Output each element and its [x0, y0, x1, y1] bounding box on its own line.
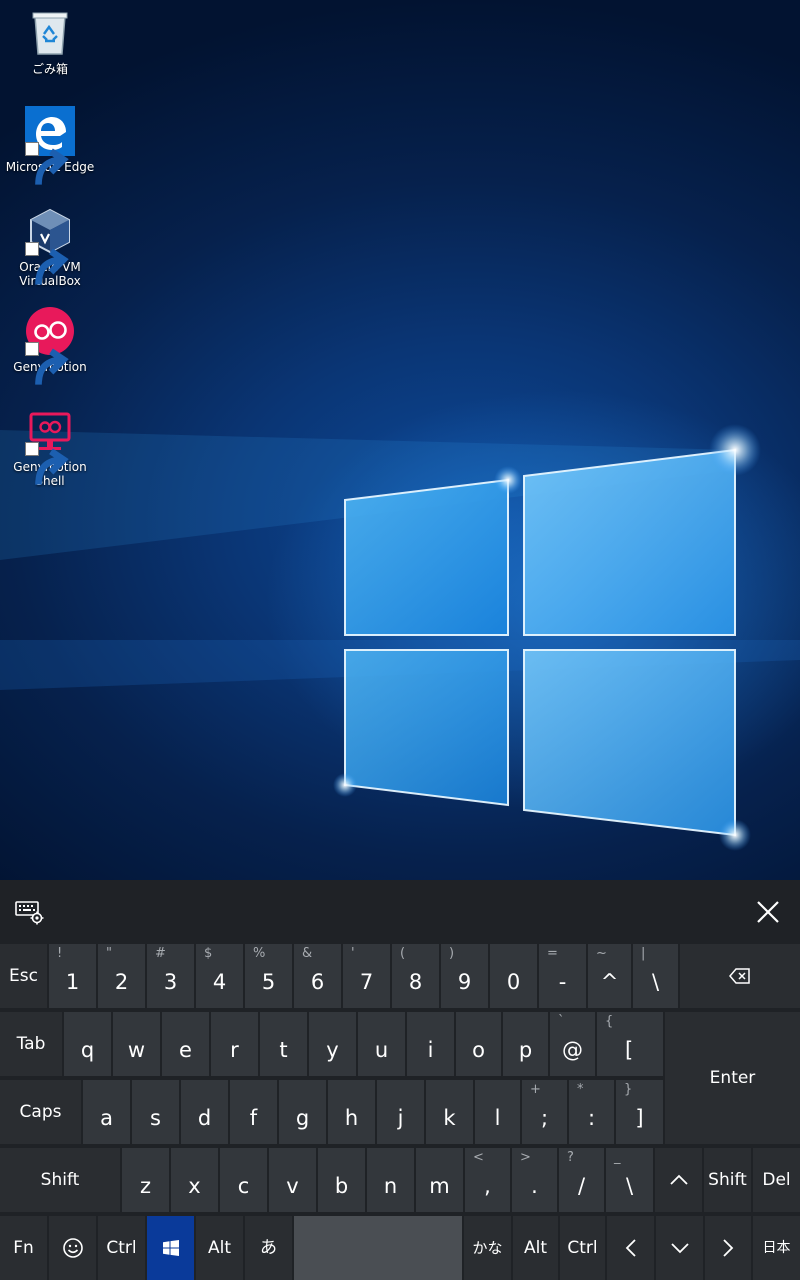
close-icon[interactable] — [752, 896, 784, 928]
key-m[interactable]: m — [416, 1148, 463, 1212]
key-language[interactable]: 日本 — [753, 1216, 800, 1280]
desktop-icon-label: ごみ箱 — [31, 62, 68, 76]
windows-logo-wallpaper — [0, 424, 800, 851]
key-7[interactable]: ' 7 — [343, 944, 390, 1008]
key-caret[interactable]: ~ ^ — [588, 944, 631, 1008]
key-period[interactable]: >. — [512, 1148, 557, 1212]
key-9[interactable]: ) 9 — [441, 944, 488, 1008]
key-b[interactable]: b — [318, 1148, 365, 1212]
key-windows[interactable] — [147, 1216, 194, 1280]
key-n[interactable]: n — [367, 1148, 414, 1212]
key-s[interactable]: s — [132, 1080, 179, 1144]
key-space[interactable] — [294, 1216, 462, 1280]
key-k[interactable]: k — [426, 1080, 473, 1144]
key-g[interactable]: g — [279, 1080, 326, 1144]
key-t[interactable]: t — [260, 1012, 307, 1076]
key-caps[interactable]: Caps — [0, 1080, 81, 1144]
key-x[interactable]: x — [171, 1148, 218, 1212]
key-f[interactable]: f — [230, 1080, 277, 1144]
virtualbox-icon — [25, 206, 75, 285]
key-del[interactable]: Del — [753, 1148, 800, 1212]
key-tab[interactable]: Tab — [0, 1012, 62, 1076]
recycle-bin-icon — [25, 8, 75, 58]
backspace-icon — [729, 968, 750, 984]
desktop-icon-microsoft-edge[interactable]: Microsoft Edge — [0, 106, 100, 185]
desktop-icon-genymotion-shell[interactable]: Genymotion Shell — [0, 406, 100, 488]
key-alt-right[interactable]: Alt — [513, 1216, 558, 1280]
key-backspace[interactable] — [680, 944, 800, 1008]
key-5[interactable]: % 5 — [245, 944, 292, 1008]
key-kana[interactable]: かな — [464, 1216, 511, 1280]
desktop-icon-virtualbox[interactable]: Oracle VM VirtualBox — [0, 206, 100, 288]
key-a[interactable]: a — [83, 1080, 130, 1144]
key-3[interactable]: #3 — [147, 944, 194, 1008]
key-alt-left[interactable]: Alt — [196, 1216, 243, 1280]
key-d[interactable]: d — [181, 1080, 228, 1144]
shortcut-arrow-icon — [25, 242, 69, 285]
key-minus[interactable]: = - — [539, 944, 586, 1008]
shortcut-arrow-icon — [25, 142, 69, 185]
key-8[interactable]: (8 — [392, 944, 439, 1008]
key-2[interactable]: " 2 — [98, 944, 145, 1008]
touch-keyboard: Esc ! 1 " 2 #3 $4 % 5 & 6 ' 7 (8 ) 9 0 = - ~ ^ |… — [0, 880, 800, 1280]
key-e[interactable]: e — [162, 1012, 209, 1076]
key-v[interactable]: v — [269, 1148, 316, 1212]
key-w[interactable]: w — [113, 1012, 160, 1076]
key-colon[interactable]: *: — [569, 1080, 614, 1144]
windows-logo-icon — [162, 1240, 179, 1256]
key-esc[interactable]: Esc — [0, 944, 47, 1008]
genymotion-icon — [25, 306, 75, 385]
key-0[interactable]: 0 — [490, 944, 537, 1008]
keyboard-toolbar — [0, 880, 800, 944]
key-shift-right[interactable]: Shift — [704, 1148, 751, 1212]
key-arrow-right[interactable] — [705, 1216, 751, 1280]
key-enter[interactable]: Enter — [665, 1012, 800, 1144]
genymotion-shell-icon — [25, 406, 75, 485]
key-q[interactable]: q — [64, 1012, 111, 1076]
key-1[interactable]: ! 1 — [49, 944, 96, 1008]
key-z[interactable]: z — [122, 1148, 169, 1212]
key-yen[interactable]: | \ — [633, 944, 678, 1008]
key-shift-left[interactable]: Shift — [0, 1148, 120, 1212]
edge-icon — [25, 106, 75, 185]
key-comma[interactable]: <, — [465, 1148, 510, 1212]
key-4[interactable]: $4 — [196, 944, 243, 1008]
key-h[interactable]: h — [328, 1080, 375, 1144]
key-r[interactable]: r — [211, 1012, 258, 1076]
arrow-left-icon — [625, 1239, 636, 1257]
arrow-up-icon — [669, 1174, 688, 1185]
key-y[interactable]: y — [309, 1012, 356, 1076]
desktop-icon-recycle-bin[interactable]: ごみ箱 — [0, 8, 100, 76]
arrow-down-icon — [670, 1243, 689, 1254]
key-i[interactable]: i — [407, 1012, 454, 1076]
key-arrow-left[interactable] — [607, 1216, 654, 1280]
key-right-bracket[interactable]: }] — [616, 1080, 663, 1144]
key-hiragana[interactable]: あ — [245, 1216, 292, 1280]
key-ctrl-right[interactable]: Ctrl — [560, 1216, 605, 1280]
arrow-right-icon — [723, 1239, 734, 1257]
key-o[interactable]: o — [456, 1012, 501, 1076]
key-c[interactable]: c — [220, 1148, 267, 1212]
key-fn[interactable]: Fn — [0, 1216, 47, 1280]
keyboard-settings-icon[interactable] — [12, 898, 46, 926]
key-left-bracket[interactable]: {[ — [597, 1012, 663, 1076]
key-arrow-up[interactable] — [655, 1148, 702, 1212]
shortcut-arrow-icon — [25, 442, 69, 485]
key-backslash[interactable]: _ \ — [606, 1148, 653, 1212]
key-p[interactable]: p — [503, 1012, 548, 1076]
emoji-icon — [62, 1238, 83, 1258]
key-arrow-down[interactable] — [656, 1216, 703, 1280]
key-ctrl-left[interactable]: Ctrl — [98, 1216, 145, 1280]
desktop-icon-genymotion[interactable]: Genymotion — [0, 306, 100, 385]
key-at[interactable]: ` @ — [550, 1012, 595, 1076]
key-slash[interactable]: ? / — [559, 1148, 604, 1212]
shortcut-arrow-icon — [25, 342, 69, 385]
key-emoji[interactable] — [49, 1216, 96, 1280]
key-semicolon[interactable]: +; — [522, 1080, 567, 1144]
key-l[interactable]: l — [475, 1080, 520, 1144]
key-j[interactable]: j — [377, 1080, 424, 1144]
key-6[interactable]: & 6 — [294, 944, 341, 1008]
key-u[interactable]: u — [358, 1012, 405, 1076]
desktop: ごみ箱 Microsoft Edge Oracle VM VirtualBox — [0, 0, 800, 880]
